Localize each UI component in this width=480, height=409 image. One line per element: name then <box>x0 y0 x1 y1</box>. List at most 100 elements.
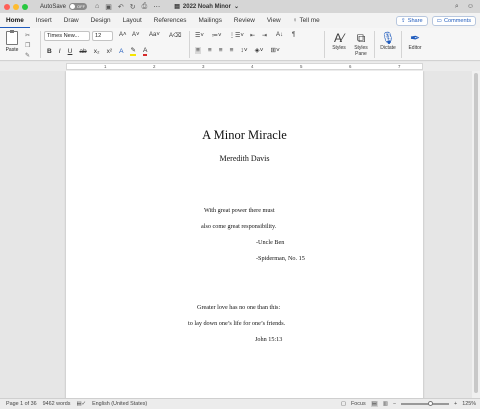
document-title-heading: A Minor Miracle <box>202 128 287 142</box>
minimize-window-button[interactable] <box>13 3 19 10</box>
styles-button[interactable]: A⁄ Styles <box>328 31 350 51</box>
customize-toolbar-icon[interactable]: ⋯ <box>153 3 160 11</box>
styles-pane-icon: ⧉ <box>356 31 366 45</box>
text-effects-icon[interactable]: A <box>119 48 123 55</box>
font-size-select[interactable]: 12 <box>92 31 113 41</box>
styles-pane-button[interactable]: ⧉ Styles Pane <box>350 31 372 57</box>
shrink-font-icon[interactable]: A˅ <box>132 32 140 38</box>
ruler-number: 4 <box>251 64 254 69</box>
tab-references[interactable]: References <box>148 13 193 28</box>
home-icon[interactable]: ⌂ <box>95 3 99 11</box>
window-controls <box>4 3 28 10</box>
dictate-label: Dictate <box>380 45 396 51</box>
bold-icon[interactable]: B <box>47 48 52 55</box>
microphone-icon: 🎙 <box>380 31 396 45</box>
tab-mailings[interactable]: Mailings <box>192 13 227 28</box>
epigraph-attribution: John 15:13 <box>255 336 283 343</box>
align-center-icon[interactable]: ≡ <box>208 47 212 54</box>
word-count[interactable]: 9462 words <box>43 401 71 407</box>
multilevel-list-icon[interactable]: ⋮☰˅ <box>229 32 244 39</box>
print-icon[interactable]: ⎙ <box>142 3 148 11</box>
comments-button[interactable]: ▭ Comments <box>431 15 476 26</box>
share-button[interactable]: ⇪ Share <box>396 15 428 26</box>
increase-indent-icon[interactable]: ⇥ <box>262 32 267 39</box>
zoom-slider[interactable] <box>401 401 450 406</box>
focus-icon[interactable]: ▢ <box>341 401 346 407</box>
strikethrough-icon[interactable]: ab <box>79 48 86 55</box>
paste-button[interactable]: Paste <box>3 30 21 53</box>
font-name-select[interactable]: Times New... <box>44 31 90 41</box>
comment-icon: ▭ <box>436 17 442 24</box>
search-icon[interactable]: ⌕ <box>455 3 459 11</box>
comments-label: Comments <box>443 17 471 24</box>
align-right-icon[interactable]: ≡ <box>219 47 223 54</box>
show-formatting-icon[interactable]: ¶ <box>292 32 295 38</box>
tab-insert[interactable]: Insert <box>30 13 58 28</box>
ruler-number: 6 <box>349 64 352 69</box>
print-layout-icon[interactable]: ▤ <box>370 401 378 407</box>
author-name: Meredith Davis <box>219 154 270 163</box>
scrollbar-thumb[interactable] <box>474 73 478 393</box>
tab-home[interactable]: Home <box>0 13 30 28</box>
divider <box>374 31 375 58</box>
align-left-icon[interactable]: ≡ <box>195 46 201 54</box>
zoom-window-button[interactable] <box>22 3 28 10</box>
numbering-icon[interactable]: ≔˅ <box>212 32 222 39</box>
font-color-icon[interactable]: A <box>143 47 148 56</box>
editor-button[interactable]: ✒ Editor <box>404 31 426 51</box>
account-icon[interactable]: ☺ <box>467 3 474 11</box>
superscript-icon[interactable]: x² <box>107 48 113 55</box>
line-spacing-icon[interactable]: ↕˅ <box>240 47 247 54</box>
styles-label: Styles <box>332 45 346 51</box>
zoom-level[interactable]: 125% <box>462 401 476 407</box>
styles-pane-label: Styles Pane <box>354 45 368 57</box>
ruler-number: 1 <box>104 64 107 69</box>
tab-design[interactable]: Design <box>85 13 117 28</box>
format-painter-icon[interactable]: ✎ <box>25 52 30 59</box>
decrease-indent-icon[interactable]: ⇤ <box>250 32 255 39</box>
focus-label[interactable]: Focus <box>351 401 366 407</box>
autosave-toggle[interactable]: OFF <box>69 3 88 10</box>
bullets-icon[interactable]: ☰˅ <box>195 32 204 39</box>
language-indicator[interactable]: English (United States) <box>92 401 147 407</box>
italic-icon[interactable]: I <box>59 48 61 55</box>
grow-font-icon[interactable]: A˄ <box>119 32 127 38</box>
subscript-icon[interactable]: x₂ <box>94 48 100 55</box>
tab-layout[interactable]: Layout <box>117 13 148 28</box>
proofing-icon[interactable]: ▤✓ <box>76 401 86 407</box>
tab-review[interactable]: Review <box>228 13 261 28</box>
zoom-slider-knob[interactable] <box>428 401 434 406</box>
dictate-button[interactable]: 🎙 Dictate <box>377 31 399 51</box>
save-icon[interactable]: ▣ <box>105 3 112 11</box>
document-title[interactable]: ▤ 2022 Noah Minor ⌄ <box>174 3 239 11</box>
copy-icon[interactable]: ❐ <box>25 42 30 49</box>
sort-icon[interactable]: A↓ <box>276 32 283 38</box>
paste-label: Paste <box>5 47 19 53</box>
cut-icon[interactable]: ✂ <box>25 32 30 39</box>
zoom-in-icon[interactable]: + <box>454 401 457 407</box>
borders-icon[interactable]: ⊞˅ <box>271 46 280 54</box>
underline-icon[interactable]: U <box>68 48 73 55</box>
web-layout-icon[interactable]: ▥ <box>383 401 388 407</box>
close-window-button[interactable] <box>4 3 10 10</box>
document-canvas: A Minor Miracle Meredith Davis With grea… <box>0 71 480 398</box>
shading-icon[interactable]: ◈˅ <box>255 46 264 54</box>
tell-me-search[interactable]: ♀ Tell me <box>287 13 326 28</box>
vertical-scrollbar[interactable] <box>472 71 480 398</box>
epigraph-attribution: -Uncle Ben <box>256 239 285 246</box>
page-count[interactable]: Page 1 of 36 <box>6 401 37 407</box>
tab-view[interactable]: View <box>261 13 287 28</box>
highlight-icon[interactable]: ✎ <box>130 46 137 56</box>
horizontal-ruler[interactable]: 1 2 3 4 5 6 7 <box>0 62 480 71</box>
undo-icon[interactable]: ↶ <box>118 3 124 11</box>
zoom-out-icon[interactable]: − <box>393 401 396 407</box>
justify-icon[interactable]: ≡ <box>230 47 234 54</box>
redo-icon[interactable]: ↻ <box>130 3 136 11</box>
title-bar: AutoSave OFF ⌂ ▣ ↶ ↻ ⎙ ⋯ ▤ 2022 Noah Min… <box>0 0 480 13</box>
change-case-icon[interactable]: Aa˅ <box>149 32 160 38</box>
clear-formatting-icon[interactable]: A⌫ <box>169 32 182 39</box>
document-page[interactable]: A Minor Miracle Meredith Davis With grea… <box>66 71 423 398</box>
ruler-track: 1 2 3 4 5 6 7 <box>66 63 423 70</box>
tab-draw[interactable]: Draw <box>58 13 85 28</box>
tell-me-label: Tell me <box>299 17 320 24</box>
